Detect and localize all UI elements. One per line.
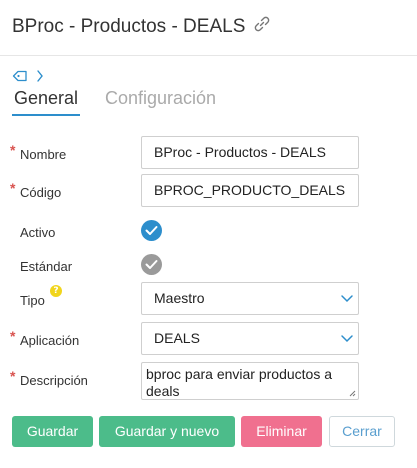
form-row-nombre: * Nombre BProc - Productos - DEALS xyxy=(0,136,417,172)
codigo-input[interactable]: BPROC_PRODUCTO_DEALS xyxy=(141,174,359,207)
help-icon[interactable]: ? xyxy=(50,285,62,297)
resize-grip-icon[interactable] xyxy=(349,390,356,397)
chevron-down-icon xyxy=(341,295,353,303)
breadcrumb xyxy=(12,67,44,85)
guardar-button[interactable]: Guardar xyxy=(12,416,93,447)
cerrar-button[interactable]: Cerrar xyxy=(329,416,395,447)
aplicacion-select[interactable]: DEALS xyxy=(141,322,359,355)
tipo-selected-value: Maestro xyxy=(154,290,205,306)
descripcion-value: bproc para enviar productos a deals xyxy=(146,366,332,399)
check-icon xyxy=(145,260,158,269)
tab-general[interactable]: General xyxy=(14,88,78,109)
form-row-tipo: Tipo ? Maestro xyxy=(0,282,417,318)
estandar-label: Estándar xyxy=(20,259,73,274)
nombre-input[interactable]: BProc - Productos - DEALS xyxy=(141,136,359,169)
activo-checkbox[interactable] xyxy=(141,220,162,241)
required-marker: * xyxy=(10,142,16,158)
tag-icon[interactable] xyxy=(12,69,28,83)
tipo-label: Tipo xyxy=(20,293,45,308)
tipo-select[interactable]: Maestro xyxy=(141,282,359,315)
eliminar-button[interactable]: Eliminar xyxy=(241,416,322,447)
form-row-descripcion: * Descripción bproc para enviar producto… xyxy=(0,362,417,402)
active-tab-indicator xyxy=(12,114,80,116)
check-icon xyxy=(145,226,158,235)
guardar-y-nuevo-button[interactable]: Guardar y nuevo xyxy=(99,416,235,447)
form-row-activo: Activo xyxy=(0,220,417,256)
link-icon[interactable] xyxy=(252,14,272,34)
codigo-label: Código xyxy=(20,185,62,200)
chevron-down-icon xyxy=(341,335,353,343)
form-row-aplicacion: * Aplicación DEALS xyxy=(0,322,417,358)
nombre-label: Nombre xyxy=(20,147,67,162)
required-marker: * xyxy=(10,180,16,196)
chevron-right-icon[interactable] xyxy=(36,69,44,83)
tab-bar: General Configuración xyxy=(0,86,417,116)
required-marker: * xyxy=(10,328,16,344)
page-title: BProc - Productos - DEALS xyxy=(12,16,246,37)
header: BProc - Productos - DEALS xyxy=(0,0,417,56)
aplicacion-label: Aplicación xyxy=(20,333,80,348)
descripcion-label: Descripción xyxy=(20,373,88,388)
aplicacion-selected-value: DEALS xyxy=(154,330,200,346)
estandar-checkbox[interactable] xyxy=(141,254,162,275)
descripcion-textarea[interactable]: bproc para enviar productos a deals xyxy=(141,362,359,400)
required-marker: * xyxy=(10,368,16,384)
tab-configuracion[interactable]: Configuración xyxy=(105,88,216,109)
form-row-codigo: * Código BPROC_PRODUCTO_DEALS xyxy=(0,174,417,210)
activo-label: Activo xyxy=(20,225,56,240)
